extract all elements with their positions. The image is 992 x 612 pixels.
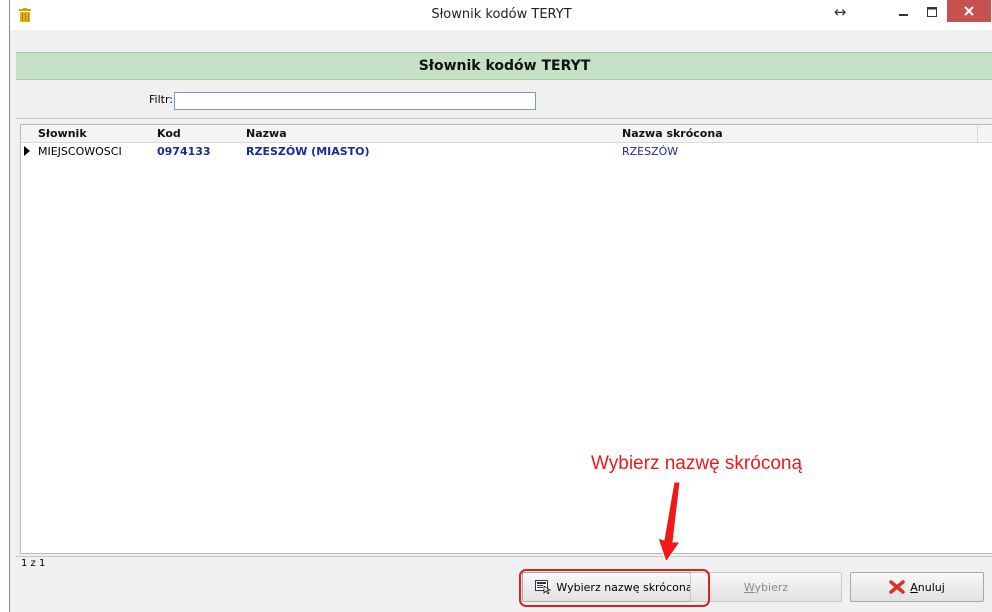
maximize-icon bbox=[926, 6, 937, 17]
teryt-grid: Słownik Kod Nazwa Nazwa skrócona MIEJSCO… bbox=[20, 124, 992, 554]
minimize-button[interactable] bbox=[891, 0, 917, 24]
filter-row: Filtr: bbox=[16, 80, 992, 119]
filter-input[interactable] bbox=[174, 92, 536, 110]
annotation-highlight-box bbox=[519, 569, 710, 607]
scrollbar-corner bbox=[977, 125, 992, 142]
column-header-nazwa-skrocona[interactable]: Nazwa skrócona bbox=[622, 127, 723, 140]
cancel-label: Anuluj bbox=[910, 580, 945, 594]
cell-nazwa-skrocona[interactable]: RZESZÓW bbox=[622, 145, 678, 158]
header-title: Słownik kodów TERYT bbox=[418, 58, 591, 74]
cell-nazwa[interactable]: RZESZÓW (MIASTO) bbox=[246, 145, 370, 158]
current-row-indicator-icon bbox=[24, 146, 30, 156]
minimize-icon bbox=[899, 14, 908, 16]
status-bar: 1 z 1 bbox=[16, 556, 992, 571]
select-button[interactable]: Wybierz bbox=[690, 572, 842, 602]
cell-slownik[interactable]: MIEJSCOWOSCI bbox=[38, 145, 122, 158]
column-header-kod[interactable]: Kod bbox=[157, 127, 181, 140]
column-header-slownik[interactable]: Słownik bbox=[38, 127, 87, 140]
table-row[interactable]: MIEJSCOWOSCI 0974133 RZESZÓW (MIASTO) RZ… bbox=[21, 143, 992, 159]
maximize-button[interactable] bbox=[919, 0, 945, 24]
select-label: Wybierz bbox=[743, 580, 789, 594]
red-x-icon bbox=[889, 580, 905, 594]
teryt-dialog-window: Słownik kodów TERYT ↔ Słownik kodów TERY… bbox=[9, 0, 992, 612]
filter-label: Filtr: bbox=[149, 93, 173, 106]
close-button[interactable] bbox=[947, 0, 991, 22]
title-bar: Słownik kodów TERYT ↔ bbox=[10, 0, 992, 30]
column-header-nazwa[interactable]: Nazwa bbox=[246, 127, 287, 140]
close-icon bbox=[964, 6, 974, 16]
annotation-label: Wybierz nazwę skróconą bbox=[591, 453, 803, 474]
grid-header: Słownik Kod Nazwa Nazwa skrócona bbox=[21, 125, 992, 143]
dialog-header: Słownik kodów TERYT bbox=[16, 52, 992, 80]
cancel-button[interactable]: Anuluj bbox=[850, 572, 984, 602]
resize-icon[interactable]: ↔ bbox=[825, 0, 855, 24]
annotation-arrow-icon bbox=[657, 481, 681, 564]
cell-kod[interactable]: 0974133 bbox=[157, 145, 211, 158]
record-counter: 1 z 1 bbox=[21, 558, 46, 569]
